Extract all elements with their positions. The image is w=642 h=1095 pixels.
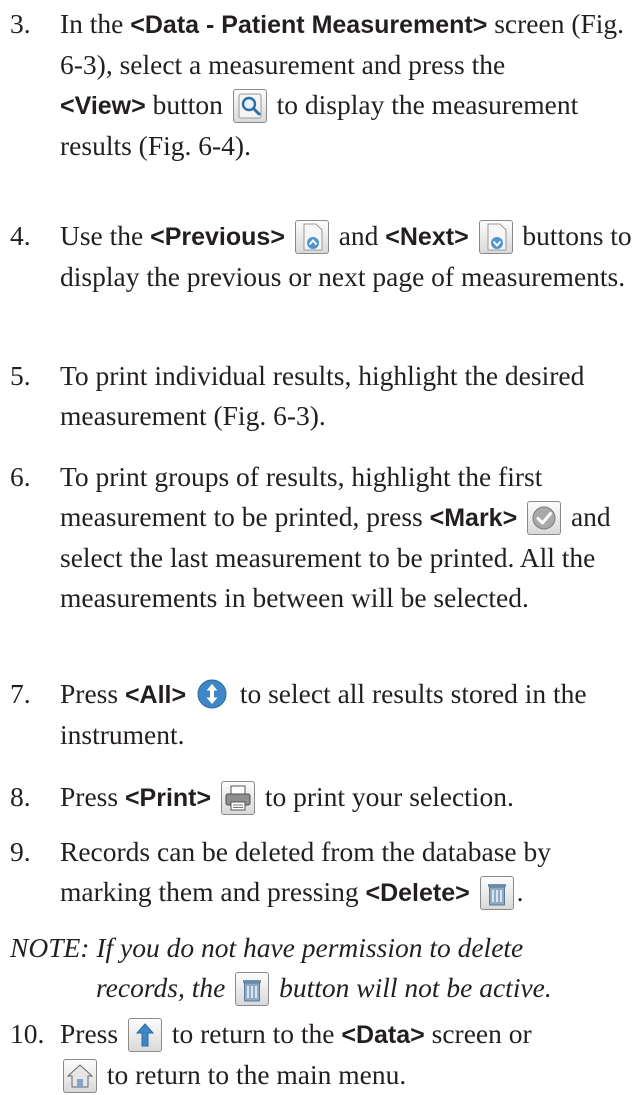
keyword-next: <Next>: [385, 223, 469, 251]
note-line-1: NOTE: If you do not have permission to d…: [10, 932, 524, 963]
keyword-print: <Print>: [124, 784, 212, 812]
note: NOTE: If you do not have permission to d…: [10, 928, 642, 1008]
step-number: 9.: [10, 836, 31, 867]
up-arrow-icon: [127, 1017, 162, 1052]
step-number: 5.: [10, 360, 31, 391]
step-number: 8.: [10, 781, 31, 812]
step-text: Records can be deleted from the database…: [60, 832, 642, 913]
keyword-data-patient-measurement: <Data - Patient Measurement>: [130, 11, 488, 39]
home-icon: [63, 1058, 97, 1093]
printer-icon: [220, 780, 255, 815]
step-text: Use the <Previous> and <Next> buttons to…: [60, 219, 632, 292]
keyword-all: <All>: [124, 681, 187, 709]
step-3: 3. In the <Data - Patient Measurement> s…: [10, 4, 642, 166]
step-5: 5. To print individual results, highligh…: [10, 356, 642, 436]
step-number: 4.: [10, 220, 31, 251]
step-number: 7.: [10, 678, 31, 709]
step-9: 9. Records can be deleted from the datab…: [10, 832, 642, 913]
page-up-arrow-icon: [294, 219, 329, 254]
magnifier-icon: [232, 88, 267, 123]
step-text: Press <Print> to print your selection.: [60, 777, 642, 818]
step-number: 10.: [10, 1018, 45, 1049]
step-text: Press to return to the <Data> screen or …: [60, 1014, 642, 1095]
step-4: 4. Use the <Previous> and <Next> buttons…: [10, 216, 642, 297]
keyword-data: <Data>: [341, 1021, 425, 1049]
step-8: 8. Press <Print> to print your selection…: [10, 777, 642, 818]
step-number: 6.: [10, 461, 31, 492]
step-7: 7. Press <All> to select all results sto…: [10, 674, 642, 755]
keyword-previous: <Previous>: [150, 223, 285, 251]
checkmark-icon: [527, 500, 562, 535]
trash-icon: [479, 875, 514, 910]
trash-icon: [235, 971, 270, 1006]
note-line-2: records, the button will not be active.: [10, 968, 642, 1008]
keyword-view: <View>: [60, 92, 146, 120]
step-text: Press <All> to select all results stored…: [60, 678, 587, 750]
step-text: To print groups of results, highlight th…: [60, 461, 611, 613]
keyword-mark: <Mark>: [429, 504, 518, 532]
step-number: 3.: [10, 8, 31, 39]
manual-page: 3. In the <Data - Patient Measurement> s…: [0, 0, 642, 1093]
step-6: 6. To print groups of results, highlight…: [10, 457, 642, 618]
step-10: 10. Press to return to the <Data> screen…: [10, 1014, 642, 1095]
step-text: In the <Data - Patient Measurement> scre…: [60, 8, 625, 161]
keyword-delete: <Delete>: [365, 879, 470, 907]
step-text: To print individual results, highlight t…: [60, 360, 585, 431]
up-down-arrow-icon: [196, 678, 230, 712]
page-down-arrow-icon: [478, 219, 513, 254]
